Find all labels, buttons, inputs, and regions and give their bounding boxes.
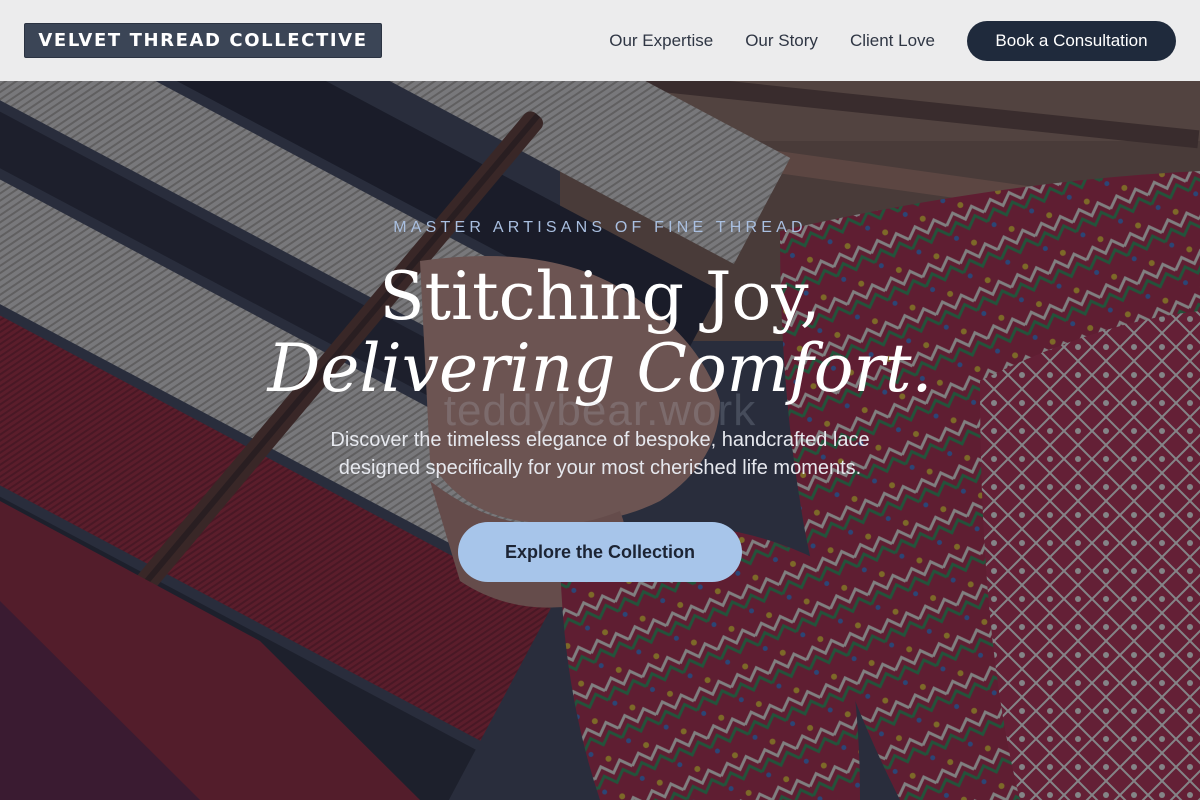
hero-eyebrow: MASTER ARTISANS OF FINE THREAD xyxy=(393,219,807,236)
brand-logo[interactable]: VELVET THREAD COLLECTIVE xyxy=(24,23,382,58)
hero-section: MASTER ARTISANS OF FINE THREAD Stitching… xyxy=(0,81,1200,800)
hero-headline-line1: Stitching Joy, xyxy=(379,258,821,335)
hero-subtext-line1: Discover the timeless elegance of bespok… xyxy=(330,429,870,451)
site-header: VELVET THREAD COLLECTIVE Our Expertise O… xyxy=(0,0,1200,81)
book-consultation-button[interactable]: Book a Consultation xyxy=(967,20,1176,61)
nav-link-client-love[interactable]: Client Love xyxy=(850,31,935,51)
main-nav: Our Expertise Our Story Client Love Book… xyxy=(609,20,1176,61)
hero-subtext: Discover the timeless elegance of bespok… xyxy=(290,426,910,482)
hero-content: MASTER ARTISANS OF FINE THREAD Stitching… xyxy=(0,81,1200,800)
nav-link-our-story[interactable]: Our Story xyxy=(745,31,818,51)
hero-subtext-line2: designed specifically for your most cher… xyxy=(338,457,862,479)
explore-collection-button[interactable]: Explore the Collection xyxy=(458,522,742,582)
nav-link-our-expertise[interactable]: Our Expertise xyxy=(609,31,713,51)
